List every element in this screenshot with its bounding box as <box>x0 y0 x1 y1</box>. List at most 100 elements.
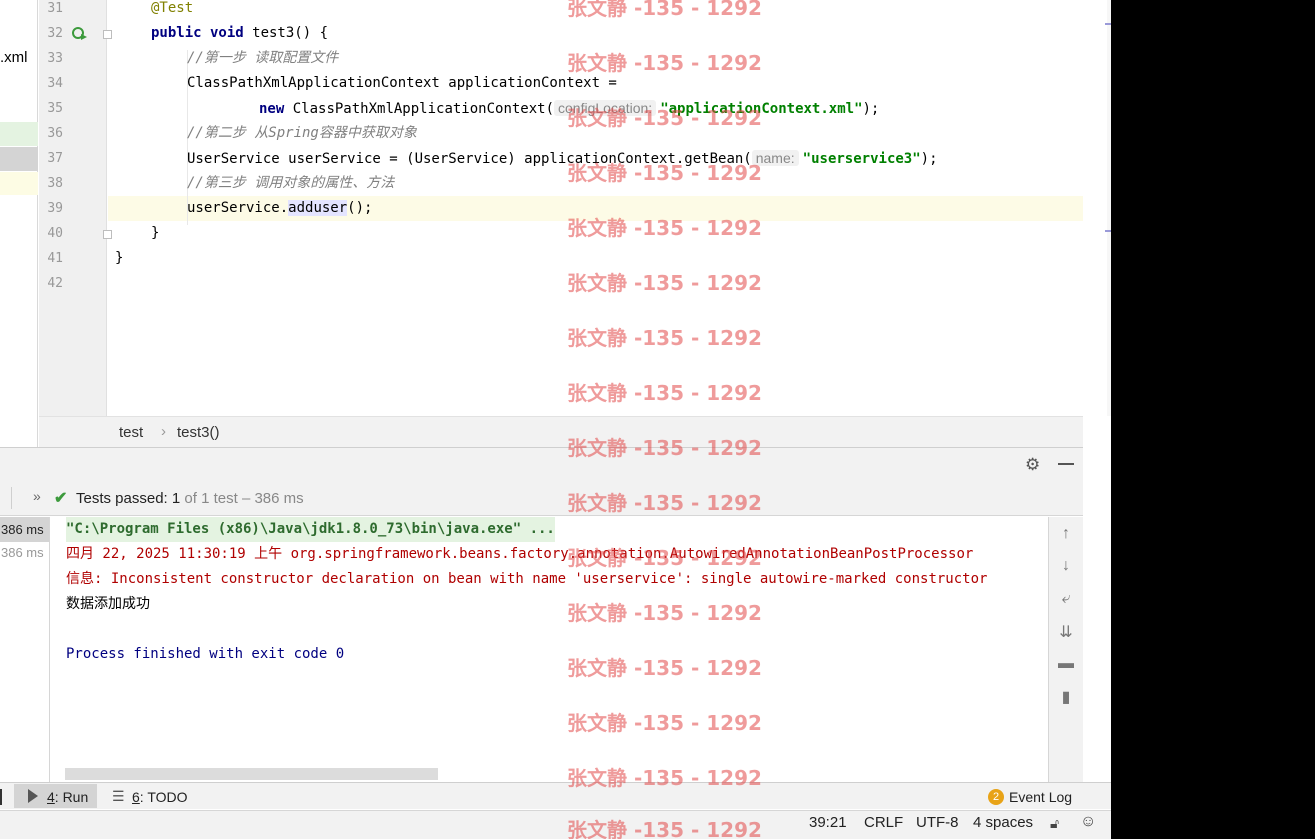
code-line-34: ClassPathXmlApplicationContext applicati… <box>187 71 617 96</box>
line-number: 40 <box>47 226 63 241</box>
tool-tab-edge <box>0 789 2 805</box>
inspector-icon[interactable]: ☺ <box>1080 813 1096 831</box>
comment: //第一步 读取配置文件 <box>187 50 339 66</box>
tab-todo-number: 6 <box>132 789 140 805</box>
console-output[interactable]: "C:\Program Files (x86)\Java\jdk1.8.0_73… <box>51 517 1048 782</box>
code-editor[interactable]: 31 32 33 34 35 36 37 38 39 40 41 42 @Tes… <box>39 0 1111 416</box>
keyword: public void <box>151 25 244 41</box>
line-number: 31 <box>47 1 63 16</box>
scroll-to-end-icon[interactable]: ⇊ <box>1057 622 1075 642</box>
line-number: 39 <box>47 201 63 216</box>
tests-passed-count: 1 <box>171 490 181 507</box>
trash-icon[interactable]: ▮ <box>1057 687 1075 707</box>
tests-passed-label: Tests passed: <box>76 490 168 507</box>
console-horizontal-scrollbar[interactable] <box>65 768 438 780</box>
line-separator[interactable]: CRLF <box>864 814 903 831</box>
comment: //第二步 从Spring容器中获取对象 <box>187 125 417 141</box>
code-text: ClassPathXmlApplicationContext( <box>284 101 555 117</box>
fold-marker[interactable] <box>103 230 112 239</box>
tests-status: Tests passed: 1 of 1 test – 386 ms <box>76 490 304 507</box>
annotation-test: @Test <box>151 0 194 16</box>
comment: //第三步 调用对象的属性、方法 <box>187 175 395 191</box>
code-line-37: UserService userService = (UserService) … <box>187 146 938 172</box>
test-tree-row[interactable]: 386 ms <box>0 545 44 560</box>
minimize-icon[interactable] <box>1058 463 1074 465</box>
line-number: 35 <box>47 101 63 116</box>
string-literal: "userservice3" <box>802 151 921 167</box>
code-line-31: @Test <box>151 0 193 21</box>
test-tree-row-selected[interactable]: 386 ms <box>0 517 49 542</box>
line-number: 37 <box>47 151 63 166</box>
run-window-header <box>0 447 1083 482</box>
console-line-log: 四月 22, 2025 11:30:19 上午 org.springframew… <box>66 546 974 562</box>
arrow-down-icon[interactable]: ↓ <box>1057 557 1075 575</box>
code-text: ); <box>862 101 880 117</box>
check-icon: ✔ <box>54 490 68 507</box>
breadcrumb: test › test3() <box>39 416 1083 447</box>
code-text: ClassPathXmlApplicationContext applicati… <box>187 75 617 91</box>
project-row-highlight[interactable] <box>0 122 38 146</box>
code-text: } <box>115 250 124 266</box>
code-line-36: //第二步 从Spring容器中获取对象 <box>187 121 417 146</box>
toolbar-separator <box>11 487 12 509</box>
run-test-icon[interactable] <box>72 27 88 41</box>
screen-edge <box>1111 0 1315 839</box>
project-panel: .xml <box>0 0 38 447</box>
console-line-output: 数据添加成功 <box>66 596 150 612</box>
project-file-label[interactable]: .xml <box>0 49 28 66</box>
code-line-32: public void test3() { <box>151 21 328 46</box>
tab-run-label[interactable]: 4: Run <box>47 789 88 805</box>
breadcrumb-item-method[interactable]: test3() <box>177 424 220 441</box>
console-line-log: 信息: Inconsistent constructor declaration… <box>66 571 988 587</box>
event-log-badge: 2 <box>988 789 1004 805</box>
breadcrumb-separator: › <box>161 423 166 440</box>
code-line-41: } <box>115 246 123 271</box>
tests-total: of 1 test – 386 ms <box>184 490 304 507</box>
code-text: ); <box>920 151 938 167</box>
parameter-hint: name: <box>751 150 799 166</box>
console-line-exit: Process finished with exit code 0 <box>66 646 345 662</box>
line-number: 42 <box>47 276 63 291</box>
parameter-hint: configLocation: <box>554 100 657 116</box>
run-icon <box>28 789 38 803</box>
project-row-highlight[interactable] <box>0 172 38 195</box>
method-call[interactable]: adduser <box>288 200 348 216</box>
code-line-38: //第三步 调用对象的属性、方法 <box>187 171 394 196</box>
code-text: userService. <box>187 200 289 216</box>
file-encoding[interactable]: UTF-8 <box>916 814 959 831</box>
indent-setting[interactable]: 4 spaces <box>973 814 1033 831</box>
keyword: new <box>259 101 285 117</box>
chevron-more-icon[interactable]: » <box>33 488 41 504</box>
line-number: 36 <box>47 126 63 141</box>
code-line-40: } <box>151 221 159 246</box>
project-row-selected[interactable] <box>0 147 38 171</box>
print-icon[interactable]: ▬ <box>1057 655 1075 673</box>
lock-icon[interactable]: 🔓︎ <box>1050 815 1059 832</box>
line-number: 34 <box>47 76 63 91</box>
code-text: UserService userService = (UserService) … <box>187 151 752 167</box>
caret-position[interactable]: 39:21 <box>809 814 847 831</box>
todo-list-icon: ☰ <box>112 788 125 804</box>
tab-run-text: : Run <box>54 789 89 805</box>
console-line-command[interactable]: "C:\Program Files (x86)\Java\jdk1.8.0_73… <box>66 517 555 542</box>
tab-run-number: 4 <box>47 789 55 805</box>
editor-gutter: 31 32 33 34 35 36 37 38 39 40 41 42 <box>39 0 112 416</box>
gear-icon[interactable]: ⚙ <box>1025 455 1040 475</box>
line-number: 41 <box>47 251 63 266</box>
soft-wrap-icon[interactable]: ⤶ <box>1057 590 1075 608</box>
line-number: 38 <box>47 176 63 191</box>
tab-todo[interactable]: 6: TODO <box>132 789 188 805</box>
fold-marker[interactable] <box>103 30 112 39</box>
code-text: (); <box>347 200 373 216</box>
method-signature: test3() { <box>243 25 329 41</box>
line-number: 32 <box>47 26 63 41</box>
string-literal: "applicationContext.xml" <box>660 101 863 117</box>
code-line-33: //第一步 读取配置文件 <box>187 46 338 71</box>
ide-window: .xml 31 32 33 34 35 36 37 38 39 40 41 42… <box>0 0 1111 839</box>
arrow-up-icon[interactable]: ↑ <box>1057 525 1075 543</box>
code-text: } <box>151 225 160 241</box>
code-line-39: userService.adduser(); <box>187 196 372 221</box>
tab-todo-text: : TODO <box>139 789 188 805</box>
event-log-tab[interactable]: Event Log <box>1009 789 1072 805</box>
breadcrumb-item-class[interactable]: test <box>119 424 143 441</box>
